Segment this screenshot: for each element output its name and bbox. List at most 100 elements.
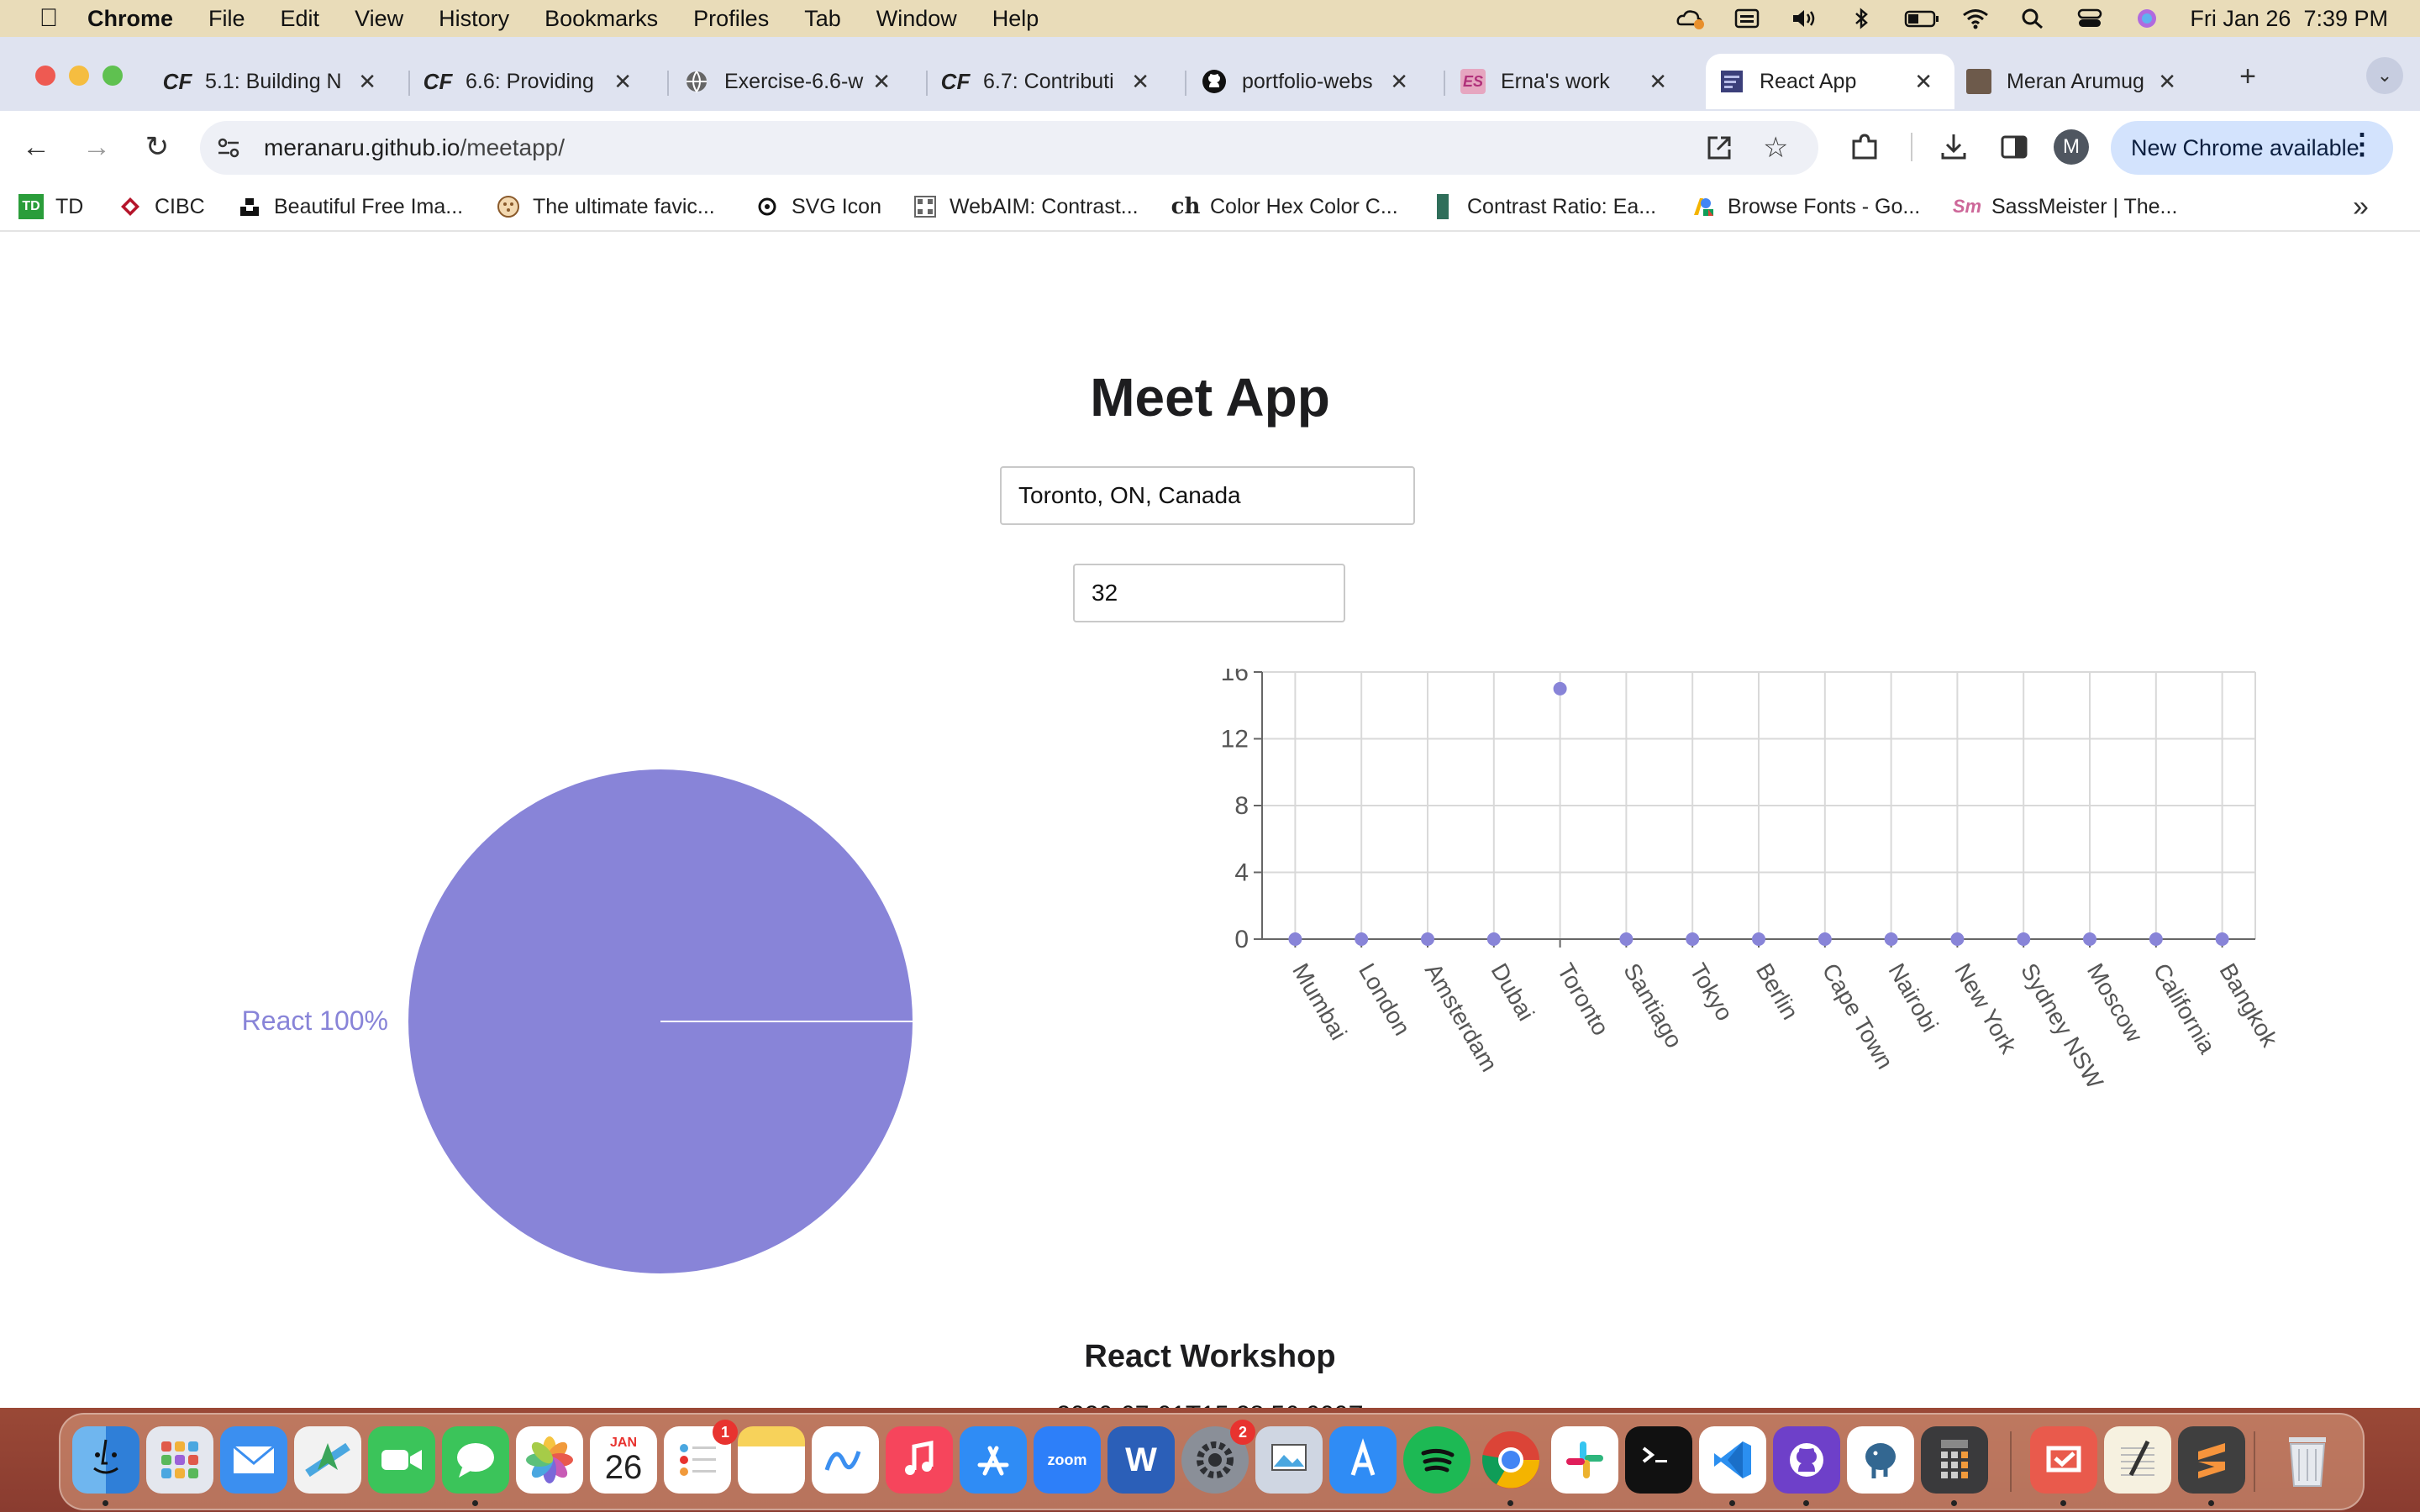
bookmark-webaim[interactable]: WebAIM: Contrast... (913, 192, 1139, 222)
messages-icon[interactable] (442, 1426, 509, 1494)
notes-icon[interactable] (738, 1426, 805, 1494)
data-point-california[interactable] (2149, 932, 2163, 946)
reload-icon[interactable]: ↻ (136, 126, 178, 168)
new-tab-icon[interactable]: + (2227, 55, 2269, 97)
minimize-window-button[interactable] (69, 66, 89, 86)
preview-icon[interactable] (1255, 1426, 1323, 1494)
chrome-icon[interactable] (1477, 1426, 1544, 1494)
slack-icon[interactable] (1551, 1426, 1618, 1494)
data-point-toronto[interactable] (1553, 681, 1567, 696)
close-tab-icon[interactable]: ✕ (872, 69, 891, 95)
zoom-window-button[interactable] (103, 66, 123, 86)
volume-icon[interactable] (1790, 8, 1818, 29)
apple-icon[interactable]:  (32, 4, 66, 33)
finder-icon[interactable] (72, 1426, 139, 1494)
launchpad-icon[interactable] (146, 1426, 213, 1494)
photos-icon[interactable] (516, 1426, 583, 1494)
postgresql-icon[interactable] (1847, 1426, 1914, 1494)
creative-cloud-icon[interactable] (1676, 8, 1705, 29)
tab-exercise[interactable]: Exercise-6.6-w ✕ (684, 54, 913, 109)
close-tab-icon[interactable]: ✕ (1390, 69, 1408, 95)
close-tab-icon[interactable]: ✕ (358, 69, 376, 95)
trash-icon[interactable] (2274, 1426, 2341, 1494)
textedit-icon[interactable] (2104, 1426, 2171, 1494)
data-point-tokyo[interactable] (1686, 932, 1700, 946)
github-desktop-icon[interactable] (1773, 1426, 1840, 1494)
calculator-icon[interactable] (1921, 1426, 1988, 1494)
control-center-icon[interactable] (2075, 8, 2104, 29)
more-bookmarks-chevron-icon[interactable]: » (2353, 191, 2369, 223)
menu-file[interactable]: File (208, 6, 245, 32)
menu-window[interactable]: Window (876, 6, 957, 32)
url-text[interactable]: meranaru.github.io/meetapp/ (264, 134, 565, 161)
app-store-icon[interactable] (960, 1426, 1027, 1494)
tab-portfolio[interactable]: portfolio-webs ✕ (1202, 54, 1430, 109)
close-tab-icon[interactable]: ✕ (613, 69, 632, 95)
data-point-sydney-nsw[interactable] (2017, 932, 2031, 946)
todoist-icon[interactable] (2030, 1426, 2097, 1494)
menu-bookmarks[interactable]: Bookmarks (544, 6, 658, 32)
bookmark-contrast-ratio[interactable]: Contrast Ratio: Ea... (1430, 192, 1656, 222)
bookmark-colorhex[interactable]: ch Color Hex Color C... (1171, 192, 1398, 222)
music-icon[interactable] (886, 1426, 953, 1494)
terminal-icon[interactable] (1625, 1426, 1692, 1494)
tab-react-app[interactable]: React App ✕ (1706, 54, 1954, 109)
close-tab-icon[interactable]: ✕ (2158, 69, 2176, 95)
data-point-bangkok[interactable] (2215, 932, 2229, 946)
data-point-mumbai[interactable] (1288, 932, 1302, 946)
menu-view[interactable]: View (355, 6, 403, 32)
data-point-new-york[interactable] (1950, 932, 1965, 946)
menu-profiles[interactable]: Profiles (693, 6, 769, 32)
close-window-button[interactable] (35, 66, 55, 86)
data-point-santiago[interactable] (1619, 932, 1634, 946)
bookmark-svg-icon[interactable]: SVG Icon (755, 192, 881, 222)
reminders-icon[interactable]: 1 (664, 1420, 738, 1494)
spotify-icon[interactable] (1403, 1426, 1470, 1494)
close-tab-icon[interactable]: ✕ (1914, 69, 1933, 95)
address-bar[interactable]: meranaru.github.io/meetapp/ ☆ (200, 121, 1818, 175)
calendar-icon[interactable]: JAN 26 (590, 1426, 657, 1494)
forward-icon[interactable]: → (76, 126, 118, 168)
tab-meran[interactable]: Meran Arumug ✕ (1966, 54, 2198, 109)
extensions-icon[interactable] (1844, 126, 1886, 168)
keyboard-input-icon[interactable] (1733, 8, 1761, 29)
side-panel-icon[interactable] (1993, 126, 2035, 168)
new-chrome-available-button[interactable]: New Chrome available ⋮ (2111, 121, 2393, 175)
tab-contributing[interactable]: CF 6.7: Contributi ✕ (941, 54, 1171, 109)
menu-tab[interactable]: Tab (804, 6, 841, 32)
close-tab-icon[interactable]: ✕ (1649, 69, 1667, 95)
bookmark-td[interactable]: TD TD (18, 192, 83, 222)
freeform-icon[interactable] (812, 1426, 879, 1494)
bookmark-google-fonts[interactable]: Browse Fonts - Go... (1691, 192, 1920, 222)
site-info-icon[interactable] (215, 134, 242, 165)
word-icon[interactable]: W (1107, 1426, 1175, 1494)
data-point-cape-town[interactable] (1818, 932, 1832, 946)
system-settings-icon[interactable]: 2 (1181, 1420, 1255, 1494)
city-search-input[interactable] (1000, 466, 1415, 525)
tab-search-chevron-icon[interactable]: ⌄ (2366, 57, 2403, 94)
menu-help[interactable]: Help (992, 6, 1039, 32)
bookmark-star-icon[interactable]: ☆ (1763, 131, 1788, 165)
tab-ernas-work[interactable]: ES Erna's work ✕ (1460, 54, 1689, 109)
mail-icon[interactable] (220, 1426, 287, 1494)
menu-edit[interactable]: Edit (281, 6, 320, 32)
vscode-icon[interactable] (1699, 1426, 1766, 1494)
back-icon[interactable]: ← (15, 126, 57, 168)
downloads-icon[interactable] (1933, 126, 1975, 168)
bookmark-favicon[interactable]: The ultimate favic... (496, 192, 715, 222)
bookmark-unsplash[interactable]: Beautiful Free Ima... (237, 192, 463, 222)
menu-app-name[interactable]: Chrome (87, 6, 173, 32)
bookmark-sassmeister[interactable]: Sm SassMeister | The... (1953, 192, 2178, 222)
battery-icon[interactable] (1904, 8, 1939, 29)
maps-icon[interactable] (294, 1426, 361, 1494)
data-point-amsterdam[interactable] (1421, 932, 1434, 946)
tab-building[interactable]: CF 5.1: Building N ✕ (163, 54, 398, 109)
facetime-icon[interactable] (368, 1426, 435, 1494)
data-point-berlin[interactable] (1752, 932, 1765, 946)
profile-avatar[interactable]: M (2054, 129, 2089, 165)
tab-providing[interactable]: CF 6.6: Providing ✕ (424, 54, 654, 109)
open-in-app-icon[interactable] (1704, 133, 1734, 167)
data-point-moscow[interactable] (2083, 932, 2096, 946)
sublime-text-icon[interactable] (2178, 1426, 2245, 1494)
wifi-icon[interactable] (1961, 8, 1990, 29)
